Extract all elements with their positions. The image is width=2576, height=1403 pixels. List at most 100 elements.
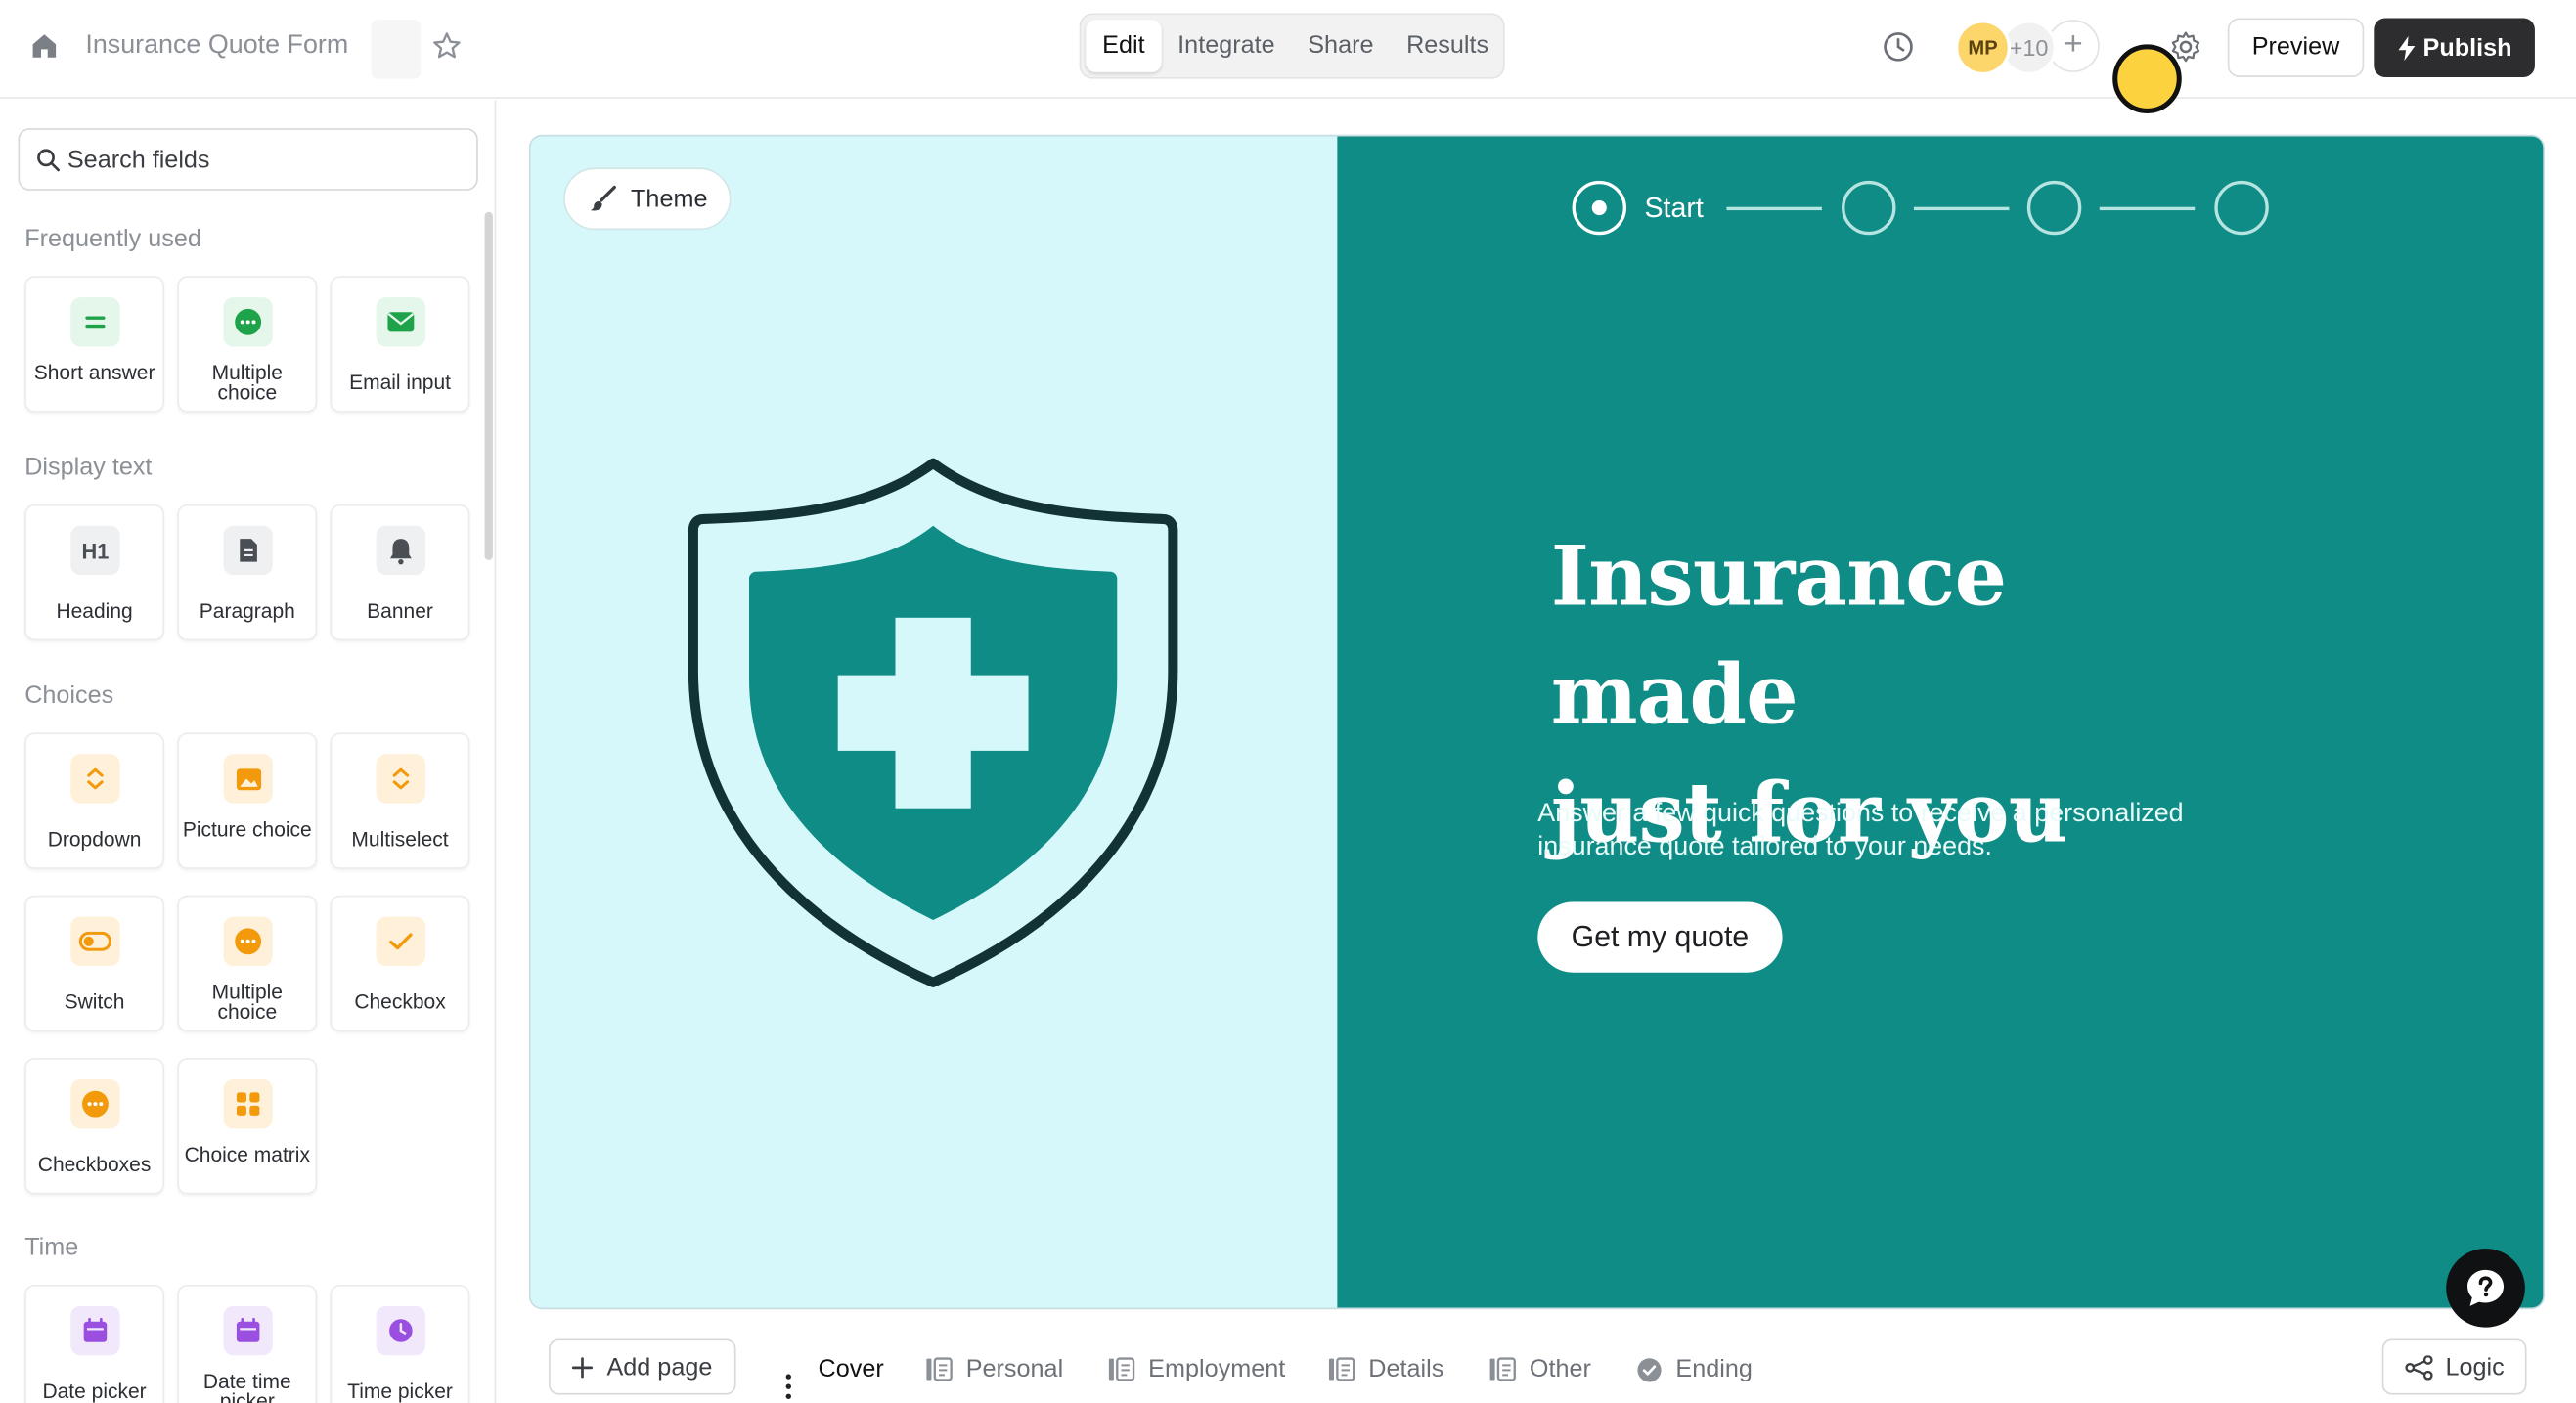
field-multiselect[interactable]: Multiselect (330, 732, 470, 869)
field-date-time-picker[interactable]: Date time picker (177, 1284, 318, 1403)
publish-label: Publish (2422, 33, 2512, 63)
cover-subtitle[interactable]: Answer a few quick questions to receive … (1537, 799, 2260, 864)
field-checkbox[interactable]: Checkbox (330, 895, 470, 1032)
checkboxes-icon (70, 1078, 120, 1129)
page-tab-label: Details (1368, 1355, 1444, 1383)
calendar-icon (70, 1305, 120, 1356)
field-heading[interactable]: H1 Heading (24, 504, 164, 641)
switch-icon (70, 916, 120, 967)
logic-button[interactable]: Logic (2381, 1338, 2527, 1395)
cover-title-line: Insurance made (1550, 527, 2007, 743)
field-email-input[interactable]: Email input (330, 276, 470, 413)
tab-share[interactable]: Share (1291, 20, 1390, 72)
page-tab-personal[interactable]: Personal (925, 1355, 1063, 1383)
tab-integrate[interactable]: Integrate (1161, 20, 1291, 72)
title-tag (371, 20, 422, 79)
page-tab-other[interactable]: Other (1488, 1355, 1591, 1383)
tile-label: Picture choice (182, 817, 312, 842)
view-tabs: Edit Integrate Share Results (1079, 13, 1505, 79)
tile-label: Paragraph (199, 599, 295, 623)
page-tab-ending[interactable]: Ending (1636, 1355, 1753, 1383)
section-frequently-used: Frequently used (24, 225, 201, 253)
publish-button[interactable]: Publish (2374, 18, 2535, 77)
shield-cross-icon (688, 458, 1178, 987)
step-4[interactable] (2214, 180, 2269, 236)
step-2[interactable] (1842, 180, 1896, 236)
cover-content-pane: Start Insurance made just for you Answer… (1337, 136, 2544, 1308)
field-paragraph[interactable]: Paragraph (177, 504, 318, 641)
preview-button[interactable]: Preview (2227, 18, 2365, 77)
multiple-choice-icon (223, 297, 273, 347)
tile-label: Switch (64, 990, 125, 1014)
theme-button[interactable]: Theme (563, 167, 732, 231)
tile-label: Banner (367, 599, 433, 623)
field-multiple-choice[interactable]: Multiple choice (177, 276, 318, 413)
field-checkboxes[interactable]: Checkboxes (24, 1058, 164, 1195)
tile-label: Time picker (347, 1380, 453, 1403)
multiselect-icon (376, 754, 426, 804)
tab-results[interactable]: Results (1390, 20, 1505, 72)
email-icon (376, 297, 426, 347)
brush-icon (590, 185, 616, 211)
page-tab-label: Cover (818, 1355, 884, 1383)
page-navigation-bar: Add page Cover Personal Employment Detai… (496, 1328, 2576, 1403)
page-tab-label: Ending (1675, 1355, 1753, 1383)
field-switch[interactable]: Switch (24, 895, 164, 1032)
tab-edit[interactable]: Edit (1086, 20, 1162, 72)
page-icon (1489, 1357, 1516, 1381)
field-multiple-choice-2[interactable]: Multiple choice (177, 895, 318, 1032)
paragraph-icon (223, 525, 273, 576)
tile-label: Date time picker (202, 1370, 291, 1403)
short-answer-icon (70, 297, 120, 347)
page-tab-details[interactable]: Details (1327, 1355, 1443, 1383)
star-icon[interactable] (430, 29, 464, 63)
dropdown-icon (70, 754, 120, 804)
step-3[interactable] (2026, 180, 2082, 236)
history-icon[interactable] (1881, 29, 1915, 64)
theme-label: Theme (631, 185, 708, 213)
field-banner[interactable]: Banner (330, 504, 470, 641)
page-tab-label: Personal (965, 1355, 1064, 1383)
field-short-answer[interactable]: Short answer (24, 276, 164, 413)
page-tab-label: Other (1529, 1355, 1591, 1383)
cursor-indicator (2112, 44, 2182, 113)
field-dropdown[interactable]: Dropdown (24, 732, 164, 869)
form-canvas[interactable]: Theme Start Insurance made just for you … (528, 134, 2546, 1310)
more-options-icon[interactable] (785, 1374, 792, 1400)
help-chat-button[interactable] (2446, 1249, 2525, 1328)
avatar[interactable]: MP (1954, 20, 2012, 76)
field-date-picker[interactable]: Date picker (24, 1284, 164, 1403)
home-icon[interactable] (28, 29, 62, 63)
search-placeholder: Search fields (67, 146, 210, 175)
check-circle-icon (1637, 1357, 1662, 1381)
tile-label: Dropdown (47, 827, 142, 852)
step-start[interactable] (1572, 180, 1627, 236)
page-tab-label: Employment (1148, 1355, 1286, 1383)
search-input[interactable]: Search fields (18, 128, 478, 191)
tile-label: Email input (349, 371, 451, 395)
calendar-icon (223, 1305, 273, 1356)
page-tab-cover[interactable]: Cover (819, 1355, 884, 1383)
page-tab-employment[interactable]: Employment (1107, 1355, 1285, 1383)
clock-icon (376, 1305, 426, 1356)
tile-label: Heading (56, 599, 133, 623)
tile-label: Multiple choice (211, 981, 283, 1024)
logic-icon (2404, 1354, 2432, 1380)
field-picture-choice[interactable]: Picture choice (177, 732, 318, 869)
field-time-picker[interactable]: Time picker (330, 1284, 470, 1403)
cover-image-pane: Theme (530, 136, 1338, 1308)
lightning-icon (2398, 35, 2416, 61)
multiple-choice-icon (223, 916, 273, 967)
picture-icon (223, 754, 273, 804)
top-bar: Insurance Quote Form Edit Integrate Shar… (0, 0, 2576, 113)
add-page-button[interactable]: Add page (549, 1338, 736, 1395)
tile-label: Multiselect (351, 827, 449, 852)
tile-label: Short answer (33, 361, 155, 385)
section-time: Time (24, 1233, 79, 1262)
get-quote-button[interactable]: Get my quote (1537, 901, 1783, 973)
sidebar-scrollbar[interactable] (484, 211, 493, 560)
page-icon (926, 1357, 953, 1381)
field-choice-matrix[interactable]: Choice matrix (177, 1058, 318, 1195)
form-title[interactable]: Insurance Quote Form (85, 31, 348, 61)
help-icon (2467, 1269, 2505, 1306)
